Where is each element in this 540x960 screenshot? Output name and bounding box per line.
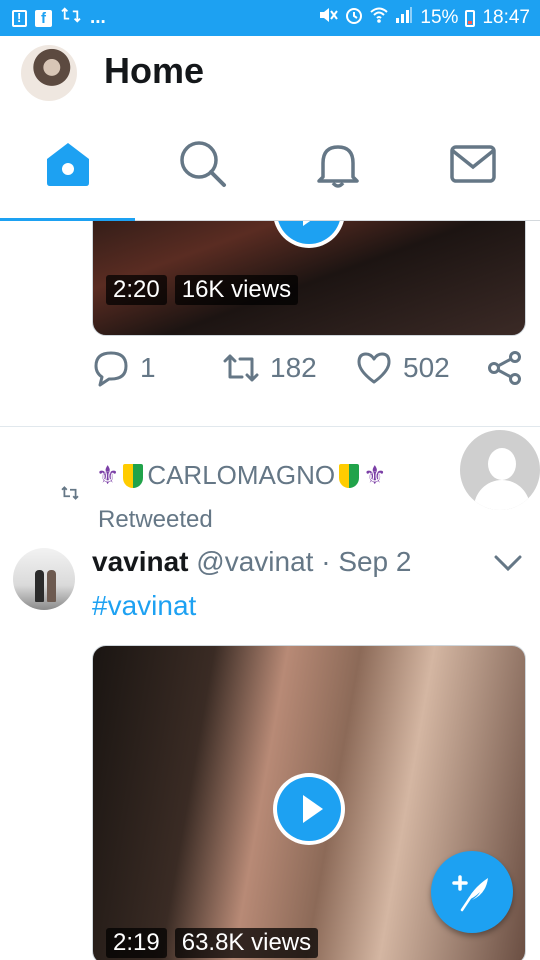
status-bar-left: f ... <box>12 6 106 30</box>
video-views: 63.8K views <box>174 928 319 958</box>
author-avatar[interactable] <box>13 548 75 610</box>
video-duration: 2:19 <box>106 928 167 958</box>
mute-icon <box>318 6 339 30</box>
tab-bar <box>0 116 540 221</box>
tweet-text-hashtag[interactable]: #vavinat <box>92 590 196 622</box>
floating-profile-placeholder[interactable] <box>457 427 540 513</box>
reply-count: 1 <box>140 352 156 383</box>
battery-percent: 15% <box>420 7 459 28</box>
fleur-de-lis-emoji: ⚜ <box>96 460 120 490</box>
share-button[interactable] <box>486 349 524 387</box>
retweeter-name: CARLOMAGNO <box>147 460 336 490</box>
alarm-icon <box>345 6 363 30</box>
alert-icon <box>12 9 27 27</box>
timeline-feed[interactable]: 2:20 16K views 1 182 502 ⚜ CARLOMAGNO ⚜ … <box>0 221 540 960</box>
retweeted-by[interactable]: ⚜ CARLOMAGNO ⚜ <box>96 460 386 491</box>
tweet-actions-1: 1 182 502 <box>92 349 532 395</box>
tab-search[interactable] <box>135 116 270 220</box>
tweet-header: vavinat @vavinat · Sep 2 <box>92 546 411 578</box>
battery-icon <box>465 9 476 27</box>
home-icon <box>46 143 89 186</box>
notifications-bell-icon <box>316 145 359 188</box>
author-name[interactable]: vavinat <box>92 546 189 577</box>
tab-notifications[interactable] <box>270 116 405 220</box>
status-bar-right: 15% 18:47 <box>318 6 530 30</box>
facebook-icon: f <box>35 9 52 27</box>
retweet-notification-icon <box>60 6 82 30</box>
retweet-icon <box>223 354 259 382</box>
beginner-badge-emoji <box>123 463 144 488</box>
tab-messages[interactable] <box>405 116 540 220</box>
profile-avatar[interactable] <box>21 45 77 101</box>
messages-envelope-icon <box>449 145 496 183</box>
video-duration: 2:20 <box>106 275 167 305</box>
tweet-video-1[interactable]: 2:20 16K views <box>92 221 526 336</box>
video-info: 2:19 63.8K views <box>106 928 319 958</box>
chevron-down-icon[interactable] <box>493 553 523 578</box>
retweet-button[interactable]: 182 <box>222 349 317 387</box>
share-icon <box>488 351 521 385</box>
reply-button[interactable]: 1 <box>92 349 156 387</box>
app-header: Home <box>0 36 540 116</box>
search-icon <box>179 141 226 187</box>
compose-feather-icon <box>452 875 488 912</box>
signal-icon <box>395 6 413 30</box>
fleur-de-lis-emoji: ⚜ <box>363 460 387 490</box>
retweet-small-icon <box>60 485 80 506</box>
video-info: 2:20 16K views <box>106 275 299 305</box>
heart-icon <box>357 352 391 384</box>
like-count: 502 <box>403 352 450 383</box>
tab-home[interactable] <box>0 116 135 220</box>
clock: 18:47 <box>482 7 530 28</box>
more-notifications-icon: ... <box>90 7 106 28</box>
retweet-count: 182 <box>270 352 317 383</box>
meta-separator: · <box>321 546 331 577</box>
tweet-divider <box>0 426 540 427</box>
compose-tweet-button[interactable] <box>431 851 513 933</box>
reply-icon <box>94 351 128 387</box>
play-button[interactable] <box>273 221 345 248</box>
tweet-date: Sep 2 <box>338 546 412 577</box>
page-title: Home <box>104 50 205 91</box>
retweeted-label: Retweeted <box>98 506 213 533</box>
like-button[interactable]: 502 <box>355 349 450 387</box>
status-bar: f ... 15% 18:47 <box>0 0 540 36</box>
video-views: 16K views <box>174 275 299 305</box>
author-handle[interactable]: @vavinat <box>196 546 313 577</box>
beginner-badge-emoji <box>339 463 360 488</box>
wifi-icon <box>370 6 389 30</box>
play-button[interactable] <box>273 773 345 845</box>
